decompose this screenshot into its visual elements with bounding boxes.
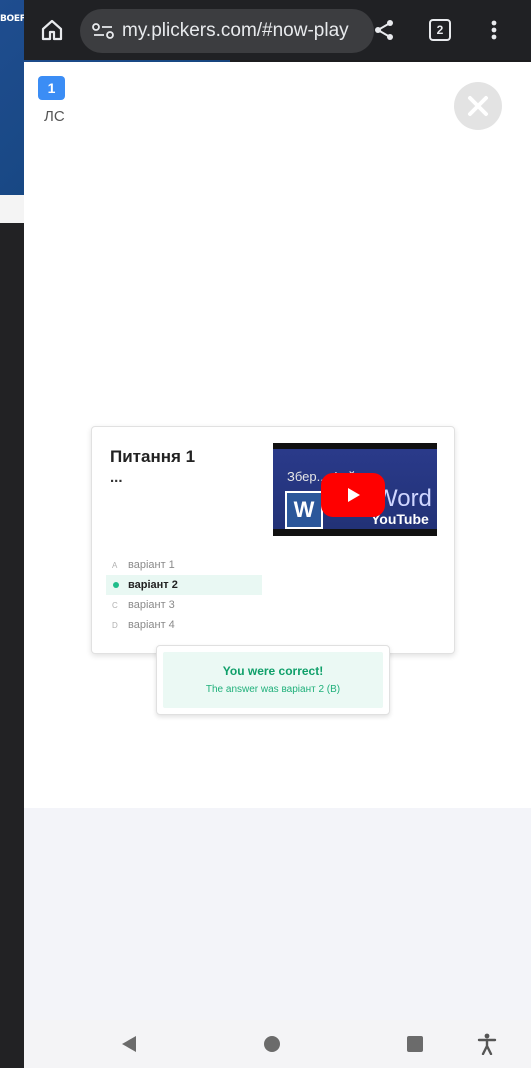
play-button[interactable] (321, 473, 385, 517)
tab-switcher-button[interactable]: 2 (420, 0, 460, 60)
back-button[interactable] (114, 1020, 144, 1068)
recents-square-icon (407, 1036, 423, 1052)
choice-b-correct: варіант 2 (106, 575, 262, 595)
choice-label: варіант 2 (128, 579, 178, 591)
menu-button[interactable] (476, 0, 512, 60)
class-name: ЛС (44, 108, 65, 125)
choice-letter: A (112, 560, 118, 570)
choice-label: варіант 4 (128, 619, 175, 631)
choice-letter: C (112, 600, 118, 610)
choice-label: варіант 3 (128, 599, 175, 611)
tab-count: 2 (429, 19, 451, 41)
share-button[interactable] (364, 0, 404, 60)
close-button[interactable] (454, 82, 502, 130)
system-navigation-bar (24, 1020, 531, 1068)
result-detail: The answer was варіант 2 (B) (205, 684, 341, 695)
accessibility-icon (477, 1033, 497, 1055)
browser-toolbar: my.plickers.com/#now-play 2 (24, 0, 531, 60)
result-heading: You were correct! (222, 664, 324, 678)
video-frame: W Збер... Фай... Word YouTube (273, 449, 437, 529)
correct-dot-icon (113, 582, 119, 588)
home-button[interactable] (32, 0, 72, 60)
page-footer-area (24, 808, 531, 1020)
question-card: Питання 1 ... W Збер... Фай... Word YouT… (91, 426, 455, 654)
question-title: Питання 1 (110, 447, 196, 466)
choice-letter: D (112, 620, 118, 630)
word-logo-icon: W (285, 491, 323, 529)
close-icon (468, 96, 488, 116)
site-settings-icon (92, 23, 114, 39)
home-icon (41, 19, 63, 41)
question-body: ... (110, 469, 123, 486)
back-triangle-icon (122, 1036, 136, 1052)
address-bar[interactable]: my.plickers.com/#now-play (80, 9, 374, 53)
choice-label: варіант 1 (128, 559, 175, 571)
result-panel: You were correct! The answer was варіант… (156, 645, 390, 715)
choice-a: A варіант 1 (106, 555, 262, 575)
choice-d: D варіант 4 (106, 615, 262, 635)
play-icon (348, 488, 360, 502)
url-text: my.plickers.com/#now-play (122, 20, 349, 41)
answer-choices: A варіант 1 варіант 2 C варіант 3 D варі… (106, 555, 262, 635)
background-text: BOEF (0, 14, 26, 24)
now-playing-page: 1 ЛС Питання 1 ... W Збер... Фай... Word… (24, 62, 531, 808)
home-nav-button[interactable] (257, 1020, 287, 1068)
accessibility-button[interactable] (472, 1020, 502, 1068)
choice-c: C варіант 3 (106, 595, 262, 615)
share-icon (375, 20, 393, 40)
recents-button[interactable] (400, 1020, 430, 1068)
more-vertical-icon (491, 20, 497, 40)
result-box: You were correct! The answer was варіант… (163, 652, 383, 708)
home-circle-icon (264, 1036, 280, 1052)
video-thumbnail[interactable]: W Збер... Фай... Word YouTube (273, 443, 437, 536)
question-number-badge: 1 (38, 76, 65, 100)
